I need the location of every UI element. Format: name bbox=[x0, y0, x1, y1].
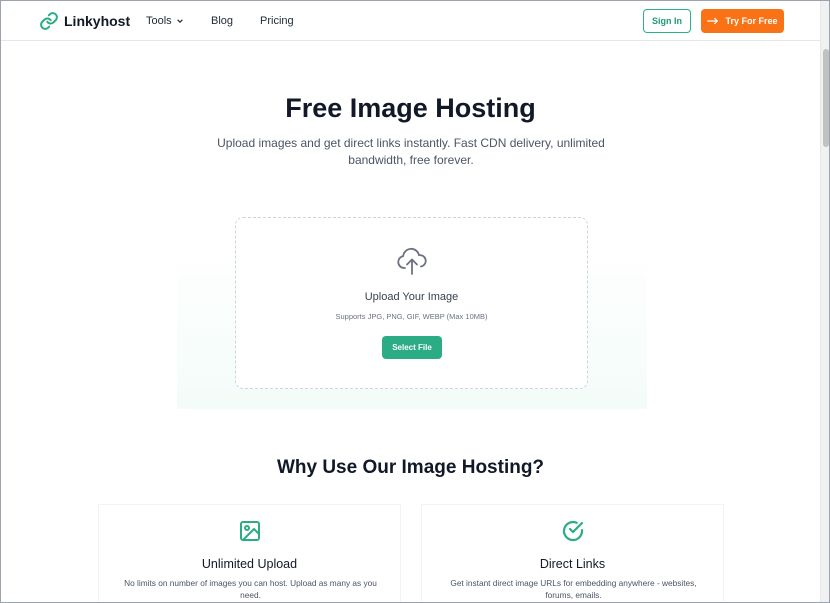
vertical-scrollbar[interactable] bbox=[820, 1, 829, 602]
upload-format-note: Supports JPG, PNG, GIF, WEBP (Max 10MB) bbox=[335, 312, 488, 321]
nav-pricing[interactable]: Pricing bbox=[260, 15, 294, 27]
logo[interactable]: Linkyhost bbox=[39, 11, 130, 31]
select-file-label: Select File bbox=[392, 343, 432, 352]
nav-blog[interactable]: Blog bbox=[211, 15, 233, 27]
image-icon bbox=[240, 521, 260, 541]
feature-card-direct-links: Direct Links Get instant direct image UR… bbox=[421, 504, 724, 602]
page-subtitle: Upload images and get direct links insta… bbox=[217, 136, 605, 167]
site-header: Linkyhost Tools Blog Pricing Sign In Try… bbox=[1, 1, 820, 41]
cloud-upload-icon bbox=[397, 247, 427, 275]
try-for-free-button[interactable]: Try For Free bbox=[701, 9, 784, 33]
scrollbar-thumb[interactable] bbox=[823, 49, 829, 147]
card-description: Get instant direct image URLs for embedd… bbox=[450, 578, 697, 600]
upload-dropzone[interactable]: Upload Your Image Supports JPG, PNG, GIF… bbox=[235, 217, 588, 389]
arrow-right-icon bbox=[707, 17, 719, 25]
check-circle-icon bbox=[562, 520, 584, 542]
sign-in-label: Sign In bbox=[652, 16, 682, 26]
feature-card-unlimited-upload: Unlimited Upload No limits on number of … bbox=[98, 504, 401, 602]
nav-tools-label: Tools bbox=[146, 15, 172, 27]
logo-text: Linkyhost bbox=[64, 13, 131, 29]
upload-title: Upload Your Image bbox=[364, 291, 459, 303]
nav-pricing-label: Pricing bbox=[260, 15, 294, 27]
browser-window: Linkyhost Tools Blog Pricing Sign In Try… bbox=[0, 0, 830, 603]
card-description: No limits on number of images you can ho… bbox=[124, 578, 377, 600]
nav-blog-label: Blog bbox=[211, 15, 234, 27]
card-title: Direct Links bbox=[539, 557, 606, 571]
try-for-free-label: Try For Free bbox=[725, 16, 778, 26]
section-title: Why Use Our Image Hosting? bbox=[276, 457, 545, 478]
card-title: Unlimited Upload bbox=[201, 557, 298, 571]
nav-tools[interactable]: Tools bbox=[146, 15, 184, 27]
chevron-down-icon bbox=[176, 19, 183, 24]
sign-in-button[interactable]: Sign In bbox=[643, 9, 691, 33]
link-icon bbox=[40, 12, 58, 30]
select-file-button[interactable]: Select File bbox=[382, 336, 442, 359]
page-title: Free Image Hosting bbox=[285, 93, 536, 123]
